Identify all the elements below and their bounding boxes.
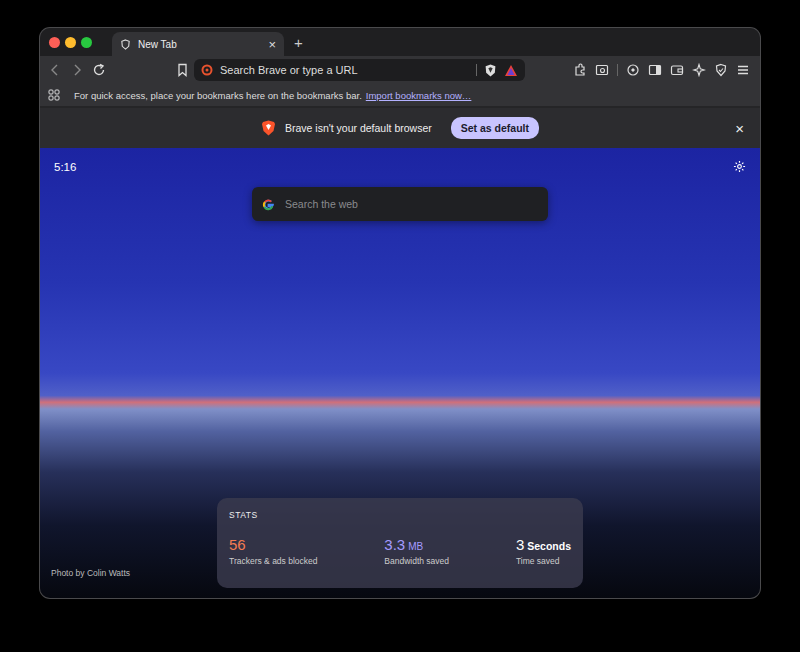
clock: 5:16 [54,161,76,173]
extensions-icon[interactable] [573,63,587,77]
gear-icon[interactable] [733,160,746,173]
stat-item: 56Trackers & ads blocked [229,536,318,566]
photo-credit: Photo by Colin Watts [40,568,217,588]
address-placeholder: Search Brave or type a URL [220,64,469,76]
default-browser-infobar: Brave isn't your default browser Set as d… [40,106,760,148]
zoom-window-button[interactable] [81,37,92,48]
leo-ai-icon[interactable] [692,63,706,77]
desktop: New Tab × + Search Brave or type a URL For q… [0,0,800,652]
shield-check-icon[interactable] [714,63,728,77]
brave-rewards-icon[interactable] [504,64,518,77]
tab[interactable]: New Tab × [112,32,284,56]
bookmark-icon[interactable] [176,63,189,77]
apps-grid-icon[interactable] [48,89,60,101]
sidebar-icon[interactable] [648,63,662,77]
browser-window: New Tab × + Search Brave or type a URL For q… [40,28,760,598]
set-default-button[interactable]: Set as default [451,117,539,139]
stats-card: STATS 56Trackers & ads blocked 3.3MBBandwi… [217,498,583,588]
toolbar: Search Brave or type a URL [40,56,760,84]
window-controls [49,37,92,48]
stat-item: 3.3MBBandwidth saved [384,536,449,566]
navigation-buttons [48,63,106,77]
tab-strip: New Tab × + [40,28,760,56]
tab-label: New Tab [138,39,261,50]
google-icon [262,198,275,211]
new-tab-button[interactable]: + [294,34,303,51]
brave-shields-icon[interactable] [484,64,497,77]
new-tab-page: 5:16Search the webPhoto by Colin WattsST… [40,148,760,598]
reload-icon[interactable] [92,63,106,77]
reader-mode-icon[interactable] [595,63,609,77]
stats-title: STATS [229,510,571,520]
address-bar[interactable]: Search Brave or type a URL [194,59,525,81]
back-icon[interactable] [48,63,62,77]
wallet-icon[interactable] [670,63,684,77]
close-window-button[interactable] [49,37,60,48]
vpn-icon[interactable] [626,63,640,77]
toolbar-actions [573,63,752,77]
infobar-close-button[interactable]: × [735,120,744,137]
search-placeholder: Search the web [285,198,358,210]
tab-close-button[interactable]: × [268,37,276,52]
search-engine-icon [201,64,213,76]
import-bookmarks-link[interactable]: Import bookmarks now… [366,90,472,101]
forward-icon[interactable] [70,63,84,77]
stat-item: 3SecondsTime saved [516,536,571,566]
infobar-message: Brave isn't your default browser [285,122,432,134]
menu-icon[interactable] [736,63,750,77]
brave-shield-icon [120,39,131,50]
bookmarks-hint: For quick access, place your bookmarks h… [74,90,362,101]
brave-logo-icon [261,120,276,136]
bookmarks-bar: For quick access, place your bookmarks h… [40,84,760,106]
minimize-window-button[interactable] [65,37,76,48]
web-search-box[interactable]: Search the web [252,187,548,221]
